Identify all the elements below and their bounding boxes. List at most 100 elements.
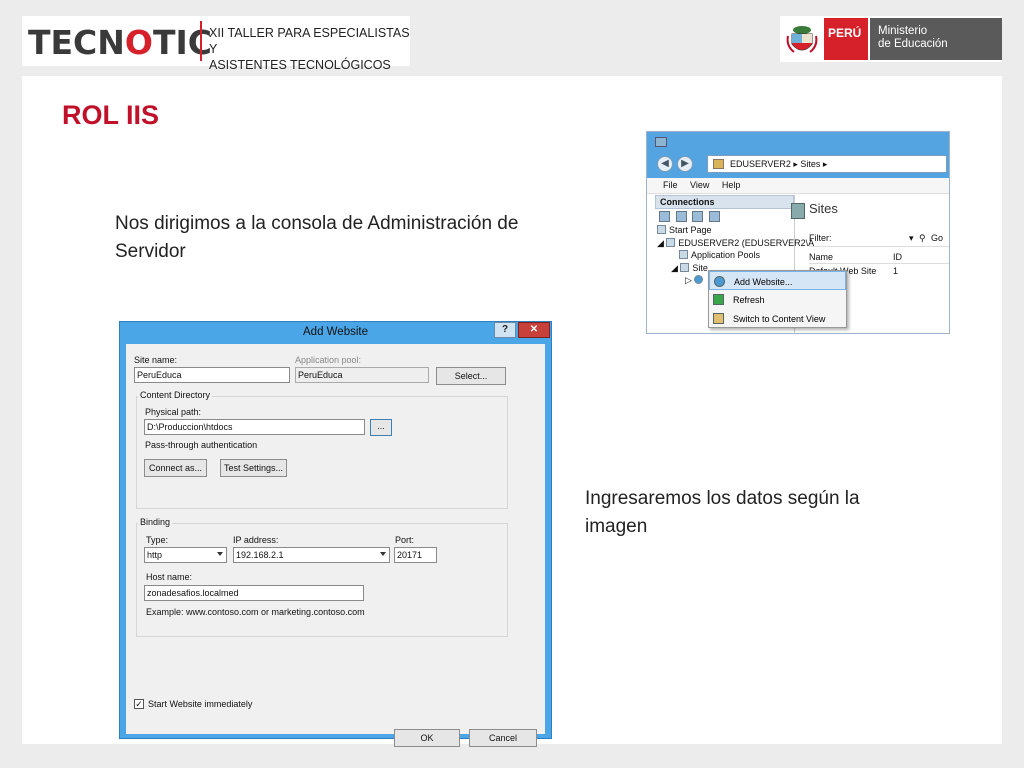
column-id[interactable]: ID xyxy=(893,252,902,262)
ministerio-logo: PERÚ Ministerio de Educación xyxy=(780,16,1002,62)
type-label: Type: xyxy=(146,535,169,545)
connections-header: Connections xyxy=(655,195,794,209)
app-pools-icon xyxy=(679,250,688,259)
tree-label: Site xyxy=(692,262,708,273)
context-menu: Add Website... Refresh Switch to Content… xyxy=(708,270,847,328)
add-website-dialog: Add Website ? ✕ Site name: PeruEduca App… xyxy=(119,321,552,747)
logo-part1: TECN xyxy=(28,23,125,62)
sites-column-header: Name ID xyxy=(809,252,949,264)
tree-label: Start Page xyxy=(669,225,712,235)
ip-address-value: 192.168.2.1 xyxy=(236,550,284,560)
start-immediately-checkbox[interactable]: ✓ xyxy=(134,699,144,709)
menu-item-label: Refresh xyxy=(733,295,765,305)
menu-item-label: Add Website... xyxy=(734,277,793,287)
logo-part3: TIC xyxy=(152,23,212,62)
tecnotic-logo: TECNOTIC XII TALLER PARA ESPECIALISTAS Y… xyxy=(22,16,410,88)
browse-button[interactable]: ... xyxy=(370,419,392,436)
host-name-input[interactable]: zonadesafios.localmed xyxy=(144,585,364,601)
site-name-input[interactable]: PeruEduca xyxy=(134,367,290,383)
select-button[interactable]: Select... xyxy=(436,367,506,385)
connect-icon[interactable] xyxy=(659,211,670,223)
chevron-down-icon xyxy=(380,552,386,556)
column-name[interactable]: Name xyxy=(809,252,833,262)
cancel-button[interactable]: Cancel xyxy=(469,729,537,747)
dialog-title: Add Website xyxy=(303,326,368,338)
ok-button[interactable]: OK xyxy=(394,729,460,747)
passthrough-auth-label: Pass-through authentication xyxy=(145,440,258,450)
help-button[interactable]: ? xyxy=(494,322,516,338)
sites-title: Sites xyxy=(809,201,838,216)
paragraph-data: Ingresaremos los datos según la imagen xyxy=(585,488,860,537)
host-name-label: Host name: xyxy=(146,572,193,582)
filter-bar[interactable]: Filter: ▾ ⚲ Go xyxy=(809,233,949,247)
refresh-icon xyxy=(713,294,724,305)
port-input[interactable]: 20171 xyxy=(394,547,437,563)
address-text: EDUSERVER2 ▸ Sites ▸ xyxy=(730,159,828,169)
physical-path-label: Physical path: xyxy=(145,407,202,417)
tree-item-app-pools[interactable]: Application Pools xyxy=(655,250,794,263)
slide-title: ROL IIS xyxy=(62,100,160,130)
add-website-icon xyxy=(714,276,725,287)
start-page-icon xyxy=(657,225,666,234)
globe-icon[interactable] xyxy=(708,211,720,223)
menu-item-content-view[interactable]: Switch to Content View xyxy=(709,309,846,328)
website-globe-icon xyxy=(694,275,704,284)
menu-item-label: Switch to Content View xyxy=(733,314,826,324)
dialog-body: Site name: PeruEduca Application pool: P… xyxy=(126,344,545,747)
menu-item-add-website[interactable]: Add Website... xyxy=(709,271,846,290)
port-label: Port: xyxy=(395,535,415,545)
sites-folder-icon xyxy=(680,262,690,272)
tree-item-server[interactable]: ◢ EDUSERVER2 (EDUSERVER2\A xyxy=(655,237,814,251)
subtitle-line1: XII TALLER PARA ESPECIALISTAS Y xyxy=(209,26,410,56)
ip-address-label: IP address: xyxy=(233,535,279,545)
back-arrow-icon[interactable]: ◀ xyxy=(657,156,673,172)
paragraph-console: Nos dirigimos a la consola de Administra… xyxy=(115,213,519,262)
forward-arrow-icon[interactable]: ▶ xyxy=(677,156,693,172)
go-icon[interactable]: ⚲ xyxy=(919,233,926,244)
type-select[interactable]: http xyxy=(144,547,227,563)
tree-label: Application Pools xyxy=(691,250,761,260)
ministerio-line1: Ministerio xyxy=(878,25,928,37)
ip-address-select[interactable]: 192.168.2.1 xyxy=(233,547,390,563)
sites-icon xyxy=(791,203,805,219)
chevron-down-icon xyxy=(217,552,223,556)
start-immediately-label: Start Website immediately xyxy=(148,699,253,709)
slide: TECNOTIC XII TALLER PARA ESPECIALISTAS Y… xyxy=(0,0,1024,768)
tree-item-start-page[interactable]: Start Page xyxy=(655,225,794,238)
go-label[interactable]: Go xyxy=(931,233,943,243)
menu-file[interactable]: File xyxy=(663,180,678,190)
filter-dropdown-icon[interactable]: ▾ xyxy=(909,233,914,244)
menu-view[interactable]: View xyxy=(690,180,709,190)
subtitle-line2: ASISTENTES TECNOLÓGICOS xyxy=(209,58,391,72)
logo-part2: O xyxy=(124,23,153,62)
physical-path-input[interactable]: D:\Produccion\htdocs xyxy=(144,419,365,435)
iis-app-icon xyxy=(655,137,667,147)
filter-label: Filter: xyxy=(809,233,832,243)
header: TECNOTIC XII TALLER PARA ESPECIALISTAS Y… xyxy=(0,0,1024,88)
test-settings-button[interactable]: Test Settings... xyxy=(220,459,287,477)
type-value: http xyxy=(147,550,163,560)
up-icon[interactable] xyxy=(692,211,704,223)
server-icon xyxy=(713,159,724,169)
ministerio-badge: Ministerio de Educación xyxy=(870,18,1002,60)
logo-divider xyxy=(200,21,202,61)
binding-label: Binding xyxy=(138,517,173,527)
save-icon[interactable] xyxy=(675,211,687,223)
connect-as-button[interactable]: Connect as... xyxy=(144,459,207,477)
app-pool-input: PeruEduca xyxy=(295,367,429,383)
close-button[interactable]: ✕ xyxy=(518,322,550,338)
server-node-icon xyxy=(666,237,676,247)
host-example-text: Example: www.contoso.com or marketing.co… xyxy=(146,607,365,617)
ministerio-line2: de Educación xyxy=(878,38,948,50)
menu-item-refresh[interactable]: Refresh xyxy=(709,290,846,309)
content-directory-label: Content Directory xyxy=(138,390,213,400)
site-id-cell: 1 xyxy=(893,266,899,276)
iis-titlebar: ◀ ▶ EDUSERVER2 ▸ Sites ▸ xyxy=(647,132,949,178)
logo-text: TECNOTIC xyxy=(28,23,212,62)
menu-help[interactable]: Help xyxy=(722,180,741,190)
content-view-icon xyxy=(713,313,724,324)
address-bar[interactable]: EDUSERVER2 ▸ Sites ▸ xyxy=(707,155,947,173)
tree-label: EDUSERVER2 (EDUSERVER2\A xyxy=(678,237,815,248)
peru-badge: PERÚ xyxy=(824,18,868,60)
site-name-label: Site name: xyxy=(134,355,178,365)
